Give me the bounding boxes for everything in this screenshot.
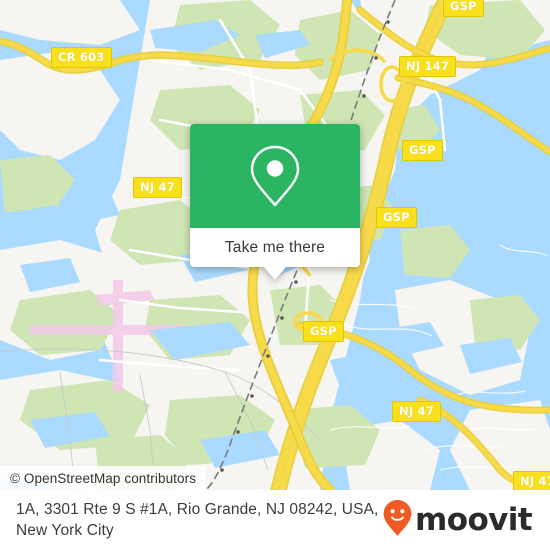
osm-attribution-text: © OpenStreetMap contributors: [10, 470, 197, 486]
road-shield: GSP: [443, 0, 484, 17]
osm-attribution[interactable]: © OpenStreetMap contributors: [0, 466, 207, 490]
moovit-logo[interactable]: moovit: [382, 499, 533, 542]
road-shield: GSP: [376, 207, 417, 228]
address-line-2: New York City: [16, 522, 114, 539]
road-shield: NJ 47: [392, 401, 441, 422]
popup-icon-panel: [190, 124, 360, 228]
popup-action-bar[interactable]: Take me there: [190, 228, 360, 280]
road-shield: CR 603: [51, 47, 112, 68]
moovit-pin-smiley-icon: [382, 499, 413, 542]
map-popup-callout[interactable]: Take me there: [190, 124, 360, 280]
footer-bar: 1A, 3301 Rte 9 S #1A, Rio Grande, NJ 082…: [0, 490, 550, 550]
location-pin-icon: [245, 143, 305, 209]
popup-tail-pointer: [264, 267, 286, 280]
road-shield: GSP: [402, 140, 443, 161]
address-block: 1A, 3301 Rte 9 S #1A, Rio Grande, NJ 082…: [16, 499, 378, 541]
road-shield: GSP: [303, 321, 344, 342]
moovit-location-card: GSPNJ 147CR 603GSPNJ 47GSPGSPNJ 47NJ 47 …: [0, 0, 550, 550]
road-shield: NJ 47: [513, 471, 550, 490]
road-shield: NJ 147: [399, 56, 457, 77]
take-me-there-label: Take me there: [224, 238, 326, 256]
moovit-wordmark: moovit: [415, 501, 533, 538]
road-shield: NJ 47: [133, 177, 182, 198]
address-line-1: 1A, 3301 Rte 9 S #1A, Rio Grande, NJ 082…: [16, 501, 379, 518]
